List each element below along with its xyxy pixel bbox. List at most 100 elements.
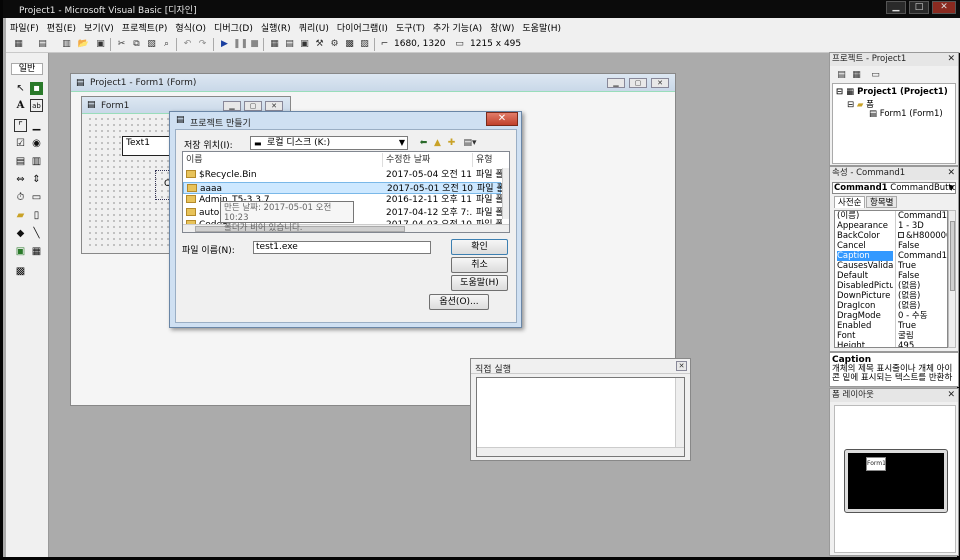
menu-item[interactable]: 프로젝트(P) (118, 18, 172, 37)
toolbox-icon[interactable]: ⚙ (328, 38, 341, 50)
menu-item[interactable]: 창(W) (486, 18, 518, 37)
tree-form1-item[interactable]: ▤ Form1 (Form1) (869, 109, 943, 119)
textbox-icon[interactable]: ab (30, 99, 43, 112)
menu-item[interactable]: 쿼리(U) (295, 18, 333, 37)
break-icon[interactable]: ❚❚ (233, 38, 248, 50)
menu-item[interactable]: 형식(O) (171, 18, 210, 37)
property-row[interactable]: Enabled True (835, 321, 947, 331)
menu-item[interactable]: 디버그(D) (210, 18, 257, 37)
menu-item[interactable]: 도구(T) (392, 18, 429, 37)
close-icon[interactable]: ✕ (947, 390, 955, 400)
property-row[interactable]: DragMode 0 - 수동 (835, 311, 947, 321)
component-manager-icon[interactable]: ▨ (358, 38, 371, 50)
add-form-icon[interactable]: ▤ (36, 38, 49, 50)
property-row[interactable]: Font 굴림 (835, 331, 947, 341)
menu-item[interactable]: 추가 기능(A) (429, 18, 486, 37)
new-folder-icon[interactable]: ✚ (445, 137, 458, 149)
object-browser-icon[interactable]: ⚒ (313, 38, 326, 50)
menu-item[interactable]: 도움말(H) (518, 18, 565, 37)
combobox-icon[interactable]: ▤ (14, 155, 27, 168)
optionbutton-icon[interactable]: ◉ (30, 137, 43, 150)
view-object-icon[interactable]: ▦ (850, 69, 863, 81)
form-layout-icon[interactable]: ▣ (298, 38, 311, 50)
property-row[interactable]: Caption Command1 (835, 251, 947, 261)
property-row[interactable]: Cancel False (835, 241, 947, 251)
frame-icon[interactable]: ⌜ (14, 119, 27, 132)
copy-icon[interactable]: ⧉ (130, 38, 143, 50)
cut-icon[interactable]: ✂ (115, 38, 128, 50)
column-name[interactable]: 이름 (183, 153, 383, 167)
checkbox-icon[interactable]: ☑ (14, 137, 27, 150)
property-row[interactable]: CausesValidat True (835, 261, 947, 271)
property-row[interactable]: Default False (835, 271, 947, 281)
commandbutton-icon[interactable]: ▁ (30, 119, 43, 132)
chevron-down-icon[interactable]: ▼ (949, 183, 954, 193)
project-explorer-icon[interactable]: ▦ (268, 38, 281, 50)
paste-icon[interactable]: ▧ (145, 38, 158, 50)
menu-editor-icon[interactable]: ▥ (60, 38, 73, 50)
image-icon[interactable]: ▣ (14, 245, 27, 258)
listbox-icon[interactable]: ▥ (30, 155, 43, 168)
object-selector[interactable]: Command1 CommandButton ▼ (832, 182, 956, 194)
menu-item[interactable]: 편집(E) (43, 18, 80, 37)
immediate-input[interactable] (476, 377, 685, 457)
text1-textbox[interactable]: Text1 (122, 136, 176, 156)
file-row[interactable]: aaaa 2017-05-01 오전 10... 파일 폴 (183, 181, 503, 194)
dirlistbox-icon[interactable]: ▰ (14, 209, 27, 222)
properties-window-icon[interactable]: ▤ (283, 38, 296, 50)
close-icon[interactable]: ✕ (947, 168, 955, 178)
tab-categorized[interactable]: 항목별 (866, 196, 898, 208)
property-row[interactable]: (이름) Command1 (835, 211, 947, 221)
help-button[interactable]: 도움말(H) (451, 275, 508, 291)
maximize-button[interactable]: □ (909, 1, 929, 14)
hscrollbar-icon[interactable]: ⇔ (14, 173, 27, 186)
tree-project-root[interactable]: ⊟ ▦ Project1 (Project1) (836, 87, 948, 97)
stop-icon[interactable]: ■ (248, 38, 261, 50)
column-type[interactable]: 유형 (473, 153, 509, 167)
designer-minimize-button[interactable]: ▁ (607, 78, 625, 88)
property-row[interactable]: DisabledPictur (없음) (835, 281, 947, 291)
property-scrollbar[interactable] (948, 210, 956, 348)
column-date[interactable]: 수정한 날짜 (383, 153, 473, 167)
tab-alphabetic[interactable]: 사전순 (834, 196, 866, 208)
redo-icon[interactable]: ↷ (196, 38, 209, 50)
save-icon[interactable]: ▣ (94, 38, 107, 50)
vertical-scrollbar[interactable] (502, 168, 509, 219)
form1-layout-preview[interactable]: Form1 (866, 457, 886, 471)
close-button[interactable]: ✕ (932, 1, 956, 14)
dialog-close-button[interactable]: ✕ (486, 112, 518, 126)
find-icon[interactable]: ⌕ (160, 38, 173, 50)
designer-restore-button[interactable]: ▢ (629, 78, 647, 88)
property-row[interactable]: DragIcon (없음) (835, 301, 947, 311)
property-row[interactable]: BackColor&H8000000F (835, 231, 947, 241)
view-code-icon[interactable]: ▤ (835, 69, 848, 81)
back-icon[interactable]: ⬅ (417, 137, 430, 149)
start-icon[interactable]: ▶ (218, 38, 231, 50)
options-button[interactable]: 옵션(O)... (429, 294, 489, 310)
menu-item[interactable]: 실행(R) (257, 18, 295, 37)
designer-close-button[interactable]: ✕ (651, 78, 669, 88)
shape-icon[interactable]: ◆ (14, 227, 27, 240)
data-icon[interactable]: ▦ (30, 245, 43, 258)
toolbox-tab-general[interactable]: 일반 (11, 63, 43, 75)
timer-icon[interactable]: ⏱ (14, 191, 27, 204)
data-view-icon[interactable]: ▩ (343, 38, 356, 50)
up-folder-icon[interactable]: ▲ (431, 137, 444, 149)
property-row[interactable]: DownPicture (없음) (835, 291, 947, 301)
drivelistbox-icon[interactable]: ▭ (30, 191, 43, 204)
toggle-folders-icon[interactable]: ▭ (869, 69, 882, 81)
filelistbox-icon[interactable]: ▯ (30, 209, 43, 222)
pointer-icon[interactable]: ↖ (14, 82, 27, 95)
picturebox-icon[interactable]: ▪ (30, 82, 43, 95)
property-row[interactable]: Appearance 1 - 3D (835, 221, 947, 231)
menu-item[interactable]: 보기(V) (80, 18, 118, 37)
vscrollbar-icon[interactable]: ⇕ (30, 173, 43, 186)
menu-item[interactable]: 파일(F) (6, 18, 43, 37)
property-row[interactable]: Height 495 (835, 341, 947, 347)
immediate-close-button[interactable]: ✕ (676, 361, 687, 371)
file-row[interactable]: $Recycle.Bin 2017-05-04 오전 11... 파일 폴 (183, 169, 502, 181)
close-icon[interactable]: ✕ (947, 54, 955, 64)
add-project-icon[interactable]: ▦ (12, 38, 25, 50)
cancel-button[interactable]: 취소 (451, 257, 508, 273)
ole-icon[interactable]: ▩ (14, 265, 27, 278)
